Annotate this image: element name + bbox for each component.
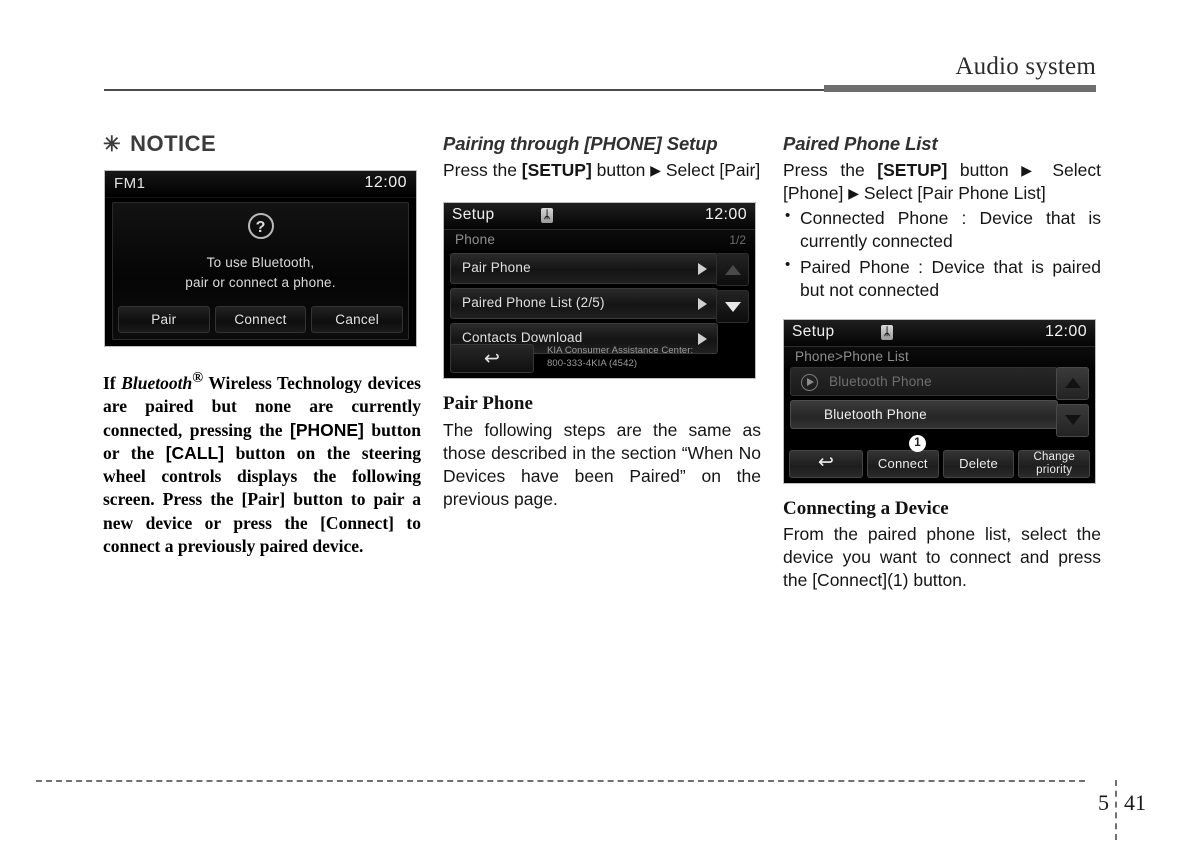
pairing-setup-instruction: Press the [SETUP] button ▶ Select [Pair] — [443, 160, 761, 181]
list-item-paired-phone[interactable]: Bluetooth Phone — [790, 399, 1058, 429]
screen-titlebar: FM1 12:00 — [105, 171, 416, 199]
connecting-device-subheading: Connecting a Device — [783, 497, 949, 519]
radio-source-label: FM1 — [114, 175, 146, 193]
notice-heading: ✳ NOTICE — [103, 131, 421, 156]
chevron-right-icon — [698, 263, 707, 276]
chevron-down-icon — [724, 301, 741, 312]
page-title: Audio system — [955, 53, 1096, 80]
menu-item-label: Pair Phone — [462, 260, 531, 276]
notice-heading-label: NOTICE — [130, 131, 217, 156]
dialog-button-row: Pair Connect Cancel — [118, 306, 404, 334]
screen-titlebar: Setup ᛦ 12:00 — [444, 203, 755, 231]
pair-button[interactable]: Pair — [118, 306, 210, 334]
right-column: Paired Phone List Press the [SETUP] butt… — [783, 132, 1101, 592]
cancel-button[interactable]: Cancel — [311, 306, 404, 334]
scroll-up-button[interactable] — [716, 253, 749, 287]
bluetooth-dialog: ? To use Bluetooth, pair or connect a ph… — [112, 202, 409, 341]
menu-item-paired-phone-list[interactable]: Paired Phone List (2/5) — [450, 288, 718, 320]
clock-label: 12:00 — [704, 206, 747, 224]
asterisk-icon: ✳ — [103, 133, 122, 156]
menu-item-label: Paired Phone List (2/5) — [462, 295, 605, 311]
clock-label: 12:00 — [364, 174, 407, 192]
list-item: Paired Phone : Device that is paired but… — [783, 255, 1101, 302]
pair-phone-subheading: Pair Phone — [443, 393, 533, 415]
assistance-center-line1: KIA Consumer Assistance Center: — [547, 345, 694, 357]
screen-titlebar: Setup ᛦ 12:00 — [784, 319, 1095, 347]
bluetooth-icon: ᛦ — [541, 208, 553, 224]
paired-phone-list-heading: Paired Phone List — [783, 133, 938, 154]
chevron-up-icon — [724, 264, 741, 275]
page-header: Audio system — [0, 0, 1200, 100]
setup-menu-list: Pair Phone Paired Phone List (2/5) Conta… — [450, 253, 718, 358]
header-rule-thick — [824, 85, 1096, 92]
breadcrumb: Phone>Phone List — [784, 346, 1095, 368]
clock-label: 12:00 — [1044, 322, 1087, 340]
screen-title: Setup — [452, 206, 495, 224]
menu-item-label: Contacts Download — [462, 330, 583, 346]
list-item-connected-phone[interactable]: Bluetooth Phone — [790, 366, 1058, 396]
change-priority-button[interactable]: Change priority — [1018, 449, 1091, 478]
dialog-message-line1: To use Bluetooth, — [206, 255, 315, 271]
page-indicator: 1/2 — [729, 233, 746, 248]
pairing-setup-heading: Pairing through [PHONE] Setup — [443, 133, 718, 154]
callout-marker-1: 1 — [909, 434, 926, 452]
delete-button[interactable]: Delete — [942, 449, 1015, 478]
connect-button[interactable]: Connect — [214, 306, 307, 334]
middle-column: Pairing through [PHONE] Setup Press the … — [443, 132, 761, 511]
assistance-center-line2: 800-333-4KIA (4542) — [547, 357, 638, 369]
chevron-right-icon — [698, 298, 707, 311]
connecting-device-body: From the paired phone list, select the d… — [783, 524, 1101, 591]
breadcrumb: Phone 1/2 — [444, 230, 755, 252]
setup-phone-screen: Setup ᛦ 12:00 Phone 1/2 Pair Phone Paire… — [443, 202, 756, 380]
footer-dashed-rule — [36, 780, 1085, 782]
scroll-down-button[interactable] — [1056, 403, 1089, 437]
connected-indicator-icon — [801, 373, 818, 391]
screen-footer: ↩ Connect Delete Change priority — [789, 449, 1091, 478]
phone-list-screen: Setup ᛦ 12:00 Phone>Phone List Bluetooth… — [783, 318, 1096, 484]
list-item: Connected Phone : Device that is current… — [783, 206, 1101, 253]
paired-phone-list-instruction: Press the [SETUP] button ▶ Select [Phone… — [783, 160, 1101, 204]
screen-footer: ↩ KIA Consumer Assistance Center: 800-33… — [450, 344, 749, 374]
dialog-message-line2: pair or connect a phone. — [185, 274, 336, 290]
back-button[interactable]: ↩ — [450, 344, 534, 374]
chapter-number: 5 — [1098, 790, 1109, 815]
scroll-down-button[interactable] — [716, 290, 749, 324]
screen-title: Setup — [792, 322, 835, 340]
breadcrumb-label: Phone — [455, 232, 496, 248]
page-footer: 5 41 — [0, 780, 1200, 861]
back-arrow-icon: ↩ — [484, 348, 500, 370]
question-mark-icon: ? — [247, 213, 274, 240]
bluetooth-notice-screen: FM1 12:00 ? To use Bluetooth, pair or co… — [104, 170, 417, 348]
chevron-down-icon — [1064, 415, 1081, 426]
scroll-buttons — [716, 253, 749, 327]
device-name-label: Bluetooth Phone — [829, 373, 932, 389]
chevron-up-icon — [1064, 378, 1081, 389]
menu-item-pair-phone[interactable]: Pair Phone — [450, 253, 718, 285]
paired-device-list: Bluetooth Phone Bluetooth Phone — [790, 366, 1058, 433]
assistance-center-text: KIA Consumer Assistance Center: 800-333-… — [547, 345, 693, 371]
left-column: ✳ NOTICE FM1 12:00 ? To use Bluetooth, p… — [103, 131, 422, 558]
paired-phone-list-bullets: Connected Phone : Device that is current… — [783, 206, 1101, 302]
bluetooth-icon: ᛦ — [881, 324, 893, 340]
footer-dashed-divider — [1115, 780, 1117, 840]
scroll-up-button[interactable] — [1056, 366, 1089, 400]
dialog-message: To use Bluetooth, pair or connect a phon… — [113, 253, 408, 292]
page-number: 41 — [1124, 790, 1146, 815]
scroll-buttons — [1056, 366, 1089, 441]
notice-body-text: If Bluetooth® Wireless Technology device… — [103, 370, 422, 556]
connect-button[interactable]: Connect — [867, 449, 939, 478]
back-button[interactable]: ↩ — [789, 449, 863, 478]
device-name-label: Bluetooth Phone — [824, 406, 927, 422]
pair-phone-body: The following steps are the same as thos… — [443, 419, 761, 509]
breadcrumb-label: Phone>Phone List — [795, 348, 909, 364]
